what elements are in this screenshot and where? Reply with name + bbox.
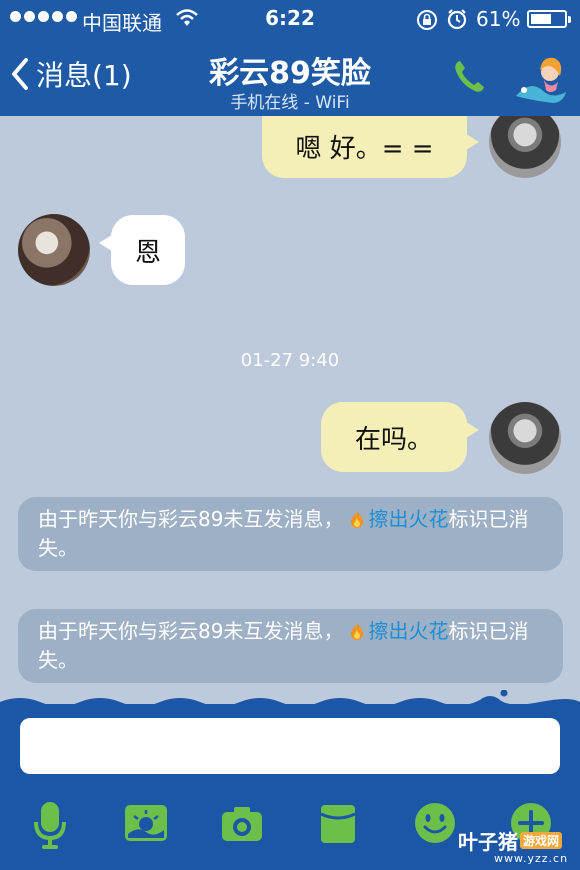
my-avatar[interactable]	[489, 116, 561, 178]
contact-avatar[interactable]	[18, 214, 90, 286]
chat-header: 消息(1) 彩云89笑脸 手机在线 - WiFi	[0, 38, 580, 116]
chat-area[interactable]: 嗯 好。= = 恩 01-27 9:40 在吗。 由于昨天你与彩云89未互发消息…	[0, 116, 580, 700]
my-avatar[interactable]	[489, 402, 561, 474]
spark-link[interactable]: 擦出火花	[368, 619, 448, 643]
mailbox-icon	[320, 805, 356, 843]
photo-icon	[125, 805, 167, 841]
rotation-lock-icon	[416, 9, 438, 36]
phone-call-button[interactable]	[452, 58, 486, 98]
outgoing-message[interactable]: 嗯 好。= =	[262, 116, 479, 178]
message-timestamp: 01-27 9:40	[240, 350, 340, 371]
battery-percent: 61%	[476, 7, 521, 31]
status-bar: 中国联通 6:22 61%	[0, 0, 580, 38]
watermark-logo: 叶子猪 游戏网	[458, 826, 563, 855]
contact-profile-button[interactable]	[512, 50, 572, 110]
mailbox-button[interactable]	[320, 804, 356, 848]
spark-fire-icon	[351, 622, 364, 640]
battery-icon	[527, 10, 571, 28]
microphone-icon	[34, 802, 66, 849]
message-text: 在吗。	[354, 424, 433, 455]
camera-button[interactable]	[221, 806, 263, 846]
mermaid-avatar-icon	[516, 57, 566, 103]
contact-status: 手机在线 - WiFi	[230, 93, 350, 113]
emoji-icon	[415, 803, 455, 843]
message-text: 恩	[134, 237, 161, 268]
system-notice: 由于昨天你与彩云89未互发消息， 擦出火花标识已消失。	[18, 609, 563, 683]
system-notice: 由于昨天你与彩云89未互发消息， 擦出火花标识已消失。	[18, 497, 563, 571]
spark-link[interactable]: 擦出火花	[368, 507, 448, 531]
photo-button[interactable]	[124, 804, 168, 846]
incoming-message[interactable]: 恩	[99, 215, 185, 285]
contact-name: 彩云89笑脸	[209, 56, 371, 91]
outgoing-message[interactable]: 在吗。	[321, 402, 479, 472]
watermark-url: www.yzz.cn	[494, 852, 569, 865]
emoji-button[interactable]	[414, 802, 456, 848]
message-input[interactable]	[20, 718, 560, 774]
phone-icon	[455, 61, 484, 92]
camera-icon	[222, 807, 262, 841]
alarm-icon	[446, 8, 468, 35]
message-text: 嗯 好。= =	[295, 133, 434, 164]
spark-fire-icon	[351, 510, 364, 528]
voice-button[interactable]	[32, 800, 68, 854]
